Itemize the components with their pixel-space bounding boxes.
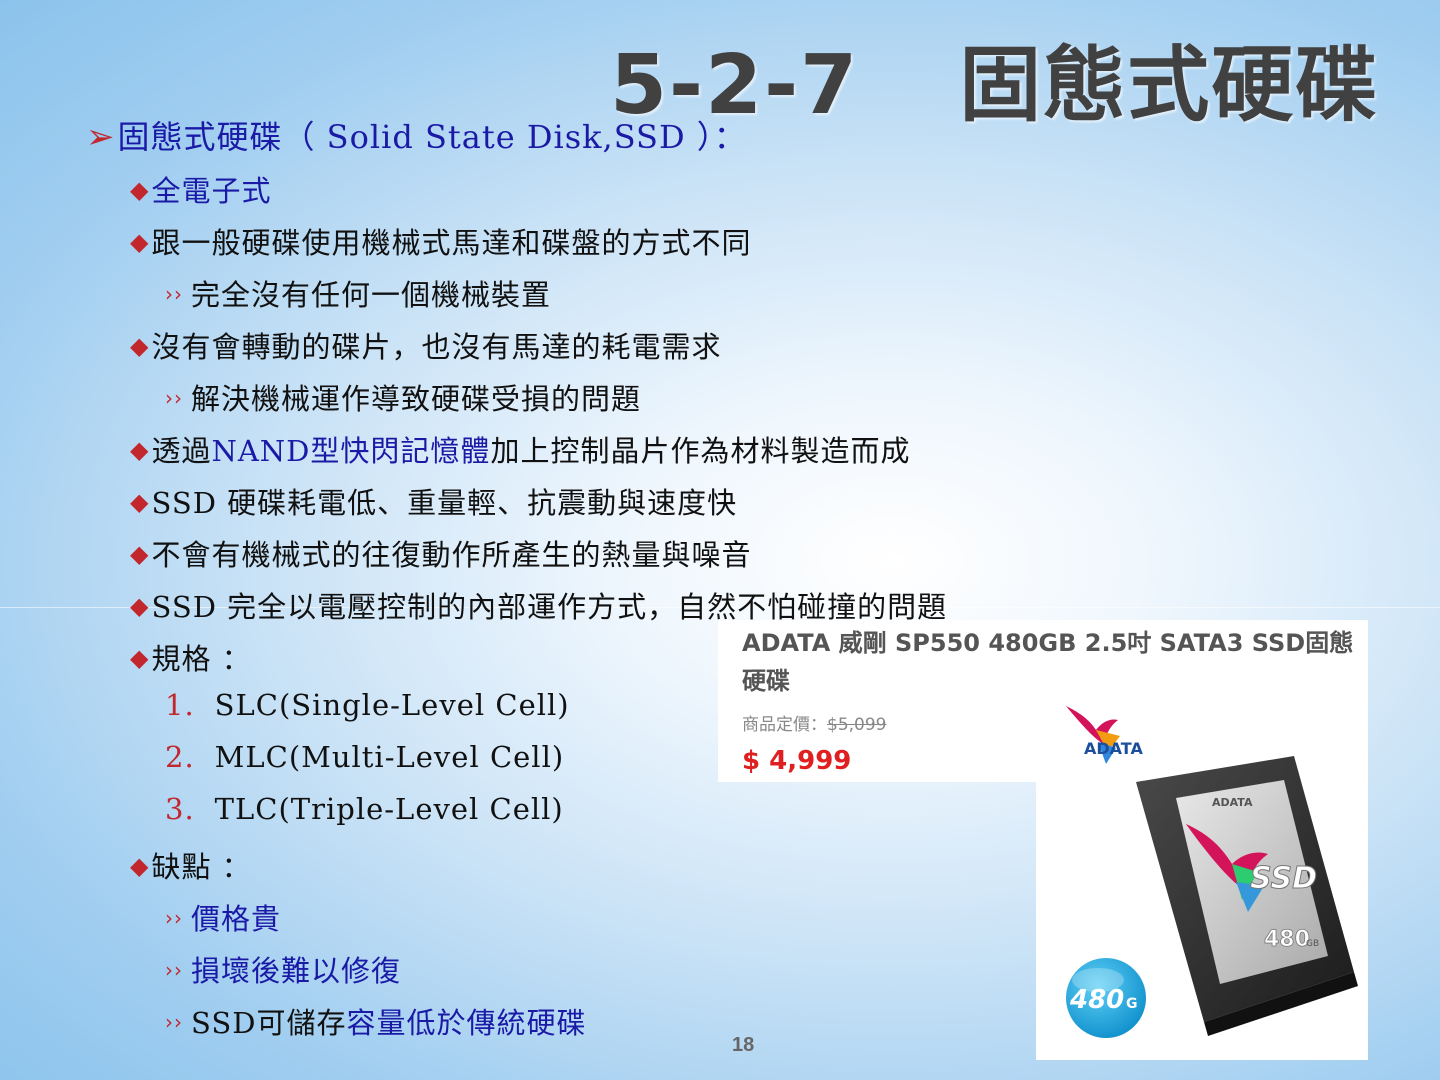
list-number: 3. [165,792,195,826]
diamond-bullet-icon: ◆ [130,176,150,204]
diamond-bullet-icon: ◆ [130,540,150,568]
spec-item-mlc: 2. MLC(Multi-Level Cell) [165,740,564,774]
title-text: 固態式硬碟 [959,38,1380,133]
bullet-spec: ◆規格 ： [130,636,252,678]
product-photo: ADATA ADATA SSD 480 GB 480 G [1036,660,1368,1060]
bullet-text: 沒有會轉動的碟片，也沒有馬達的耗電需求 [151,330,722,364]
bullet-no-heat: ◆不會有機械式的往復動作所產生的熱量與噪音 [130,532,751,574]
list-number: 2. [165,740,195,774]
ssd-drive: ADATA SSD 480 GB [1136,756,1358,1036]
diamond-bullet-icon: ◆ [130,488,150,516]
diamond-bullet-icon: ◆ [130,644,150,672]
ssd-illustration: ADATA ADATA SSD 480 GB 480 G [1066,706,1358,1038]
spec-item-tlc: 3. TLC(Triple-Level Cell) [165,792,564,826]
list-price: 商品定價：$5,099 [742,710,886,735]
badge-unit: G [1126,996,1138,1012]
bullet-text: 解決機械運作導致硬碟受損的問題 [191,382,642,416]
bullet-text: 透過 [151,434,212,468]
chevron-bullet-icon: ›› [165,958,183,982]
bullet-text: 不會有機械式的往復動作所產生的熱量與噪音 [151,538,752,572]
chevron-bullet-icon: ›› [165,906,183,930]
spec-text: MLC(Multi-Level Cell) [214,740,565,774]
list-price-value: $5,099 [827,715,887,735]
brand-text: ADATA [1084,739,1143,758]
bullet-text: 缺點 ： [151,850,252,884]
bullet-emphasis: 容量低於傳統硬碟 [346,1006,587,1040]
bullet-text: 完全沒有任何一個機械裝置 [191,278,552,312]
page-number: 18 [732,1034,755,1056]
chevron-bullet-icon: ›› [165,1010,183,1034]
sub-bullet-price: ›› 價格貴 [165,896,281,938]
label-ssd: SSD [1250,861,1317,896]
capacity-badge: 480 G [1066,958,1146,1038]
bullet-text: 全電子式 [151,174,272,208]
diamond-bullet-icon: ◆ [130,592,150,620]
adata-logo: ADATA [1066,706,1143,764]
bullet-text: 跟一般硬碟使用機械式馬達和碟盤的方式不同 [151,226,752,260]
chevron-bullet-icon: ›› [165,386,183,410]
bullet-text: SSD 硬碟耗電低、重量輕、抗震動與速度快 [151,486,738,520]
spec-text: SLC(Single-Level Cell) [214,688,570,722]
bullet-text: SSD可儲存 [191,1006,347,1040]
main-bullet-text: 固態式硬碟（ Solid State Disk,SSD ）： [117,118,747,156]
bullet-emphasis: NAND型快閃記憶體 [211,434,491,468]
label-capacity-unit: GB [1306,939,1319,949]
diamond-bullet-icon: ◆ [130,228,150,256]
bullet-text: 損壞後難以修復 [191,954,402,988]
spec-text: TLC(Triple-Level Cell) [214,792,564,826]
bullet-all-electronic: ◆全電子式 [130,168,271,210]
sub-bullet-solve: ›› 解決機械運作導致硬碟受損的問題 [165,376,641,418]
sub-bullet-repair: ›› 損壞後難以修復 [165,948,401,990]
sale-price: $ 4,999 [742,746,852,776]
main-bullet: ➢固態式硬碟（ Solid State Disk,SSD ）： [86,112,747,158]
diamond-bullet-icon: ◆ [130,852,150,880]
bullet-cons: ◆缺點 ： [130,844,252,886]
label-brand: ADATA [1212,796,1253,809]
bullet-text: 規格 ： [151,642,252,676]
spec-item-slc: 1. SLC(Single-Level Cell) [165,688,570,722]
list-price-label: 商品定價： [742,715,827,735]
diamond-bullet-icon: ◆ [130,332,150,360]
chevron-bullet-icon: ›› [165,282,183,306]
bullet-low-power: ◆SSD 硬碟耗電低、重量輕、抗震動與速度快 [130,480,737,522]
list-number: 1. [165,688,195,722]
sub-bullet-no-mech: ›› 完全沒有任何一個機械裝置 [165,272,551,314]
bullet-text: SSD 完全以電壓控制的內部運作方式，自然不怕碰撞的問題 [151,590,948,624]
badge-capacity: 480 [1069,985,1124,1015]
bullet-no-spin: ◆沒有會轉動的碟片，也沒有馬達的耗電需求 [130,324,721,366]
bullet-text: 價格貴 [191,902,282,936]
diamond-bullet-icon: ◆ [130,436,150,464]
sub-bullet-capacity: ›› SSD可儲存容量低於傳統硬碟 [165,1000,587,1042]
label-capacity: 480 [1264,927,1310,952]
arrow-bullet-icon: ➢ [86,117,116,157]
bullet-text: 加上控制晶片作為材料製造而成 [490,434,911,468]
bullet-nand: ◆透過NAND型快閃記憶體加上控制晶片作為材料製造而成 [130,428,910,470]
bullet-diff-mech: ◆跟一般硬碟使用機械式馬達和碟盤的方式不同 [130,220,751,262]
